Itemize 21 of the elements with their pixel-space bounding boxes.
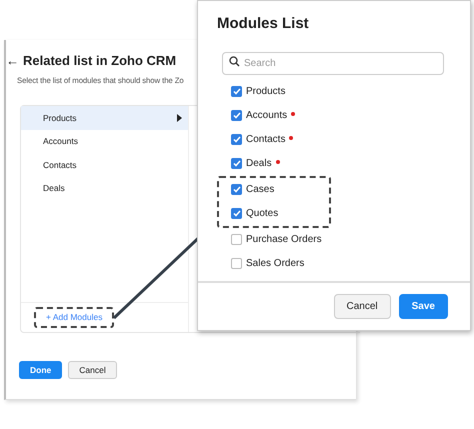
checkbox-label: Accounts [246,109,288,123]
checkbox-label: Contacts [246,133,286,147]
checkbox-label: Products [246,85,286,99]
dialog-button[interactable]: Save [398,294,448,319]
dialog-title: Modules List [217,14,310,34]
module-row[interactable]: Deals [21,176,188,200]
checkbox-label: Quotes [246,207,278,221]
checkbox-label: Deals [246,157,272,171]
panel-button[interactable]: Done [19,361,62,380]
back-icon[interactable]: ← [6,51,19,70]
checkbox-label: Cases [246,183,274,197]
checkbox-label: Sales Orders [246,257,304,271]
module-row[interactable]: Contacts [21,153,188,177]
dialog-button[interactable]: Cancel [334,294,391,319]
module-row[interactable]: Accounts [21,130,188,154]
search-field[interactable]: Search [222,52,444,74]
panel-title: Related list in Zoho CRM [23,52,176,70]
panel-button[interactable]: Cancel [68,361,117,380]
module-row[interactable]: Products [21,106,188,130]
add-modules-link[interactable]: + Add Modules [34,307,114,328]
checkbox-label: Purchase Orders [246,233,322,247]
